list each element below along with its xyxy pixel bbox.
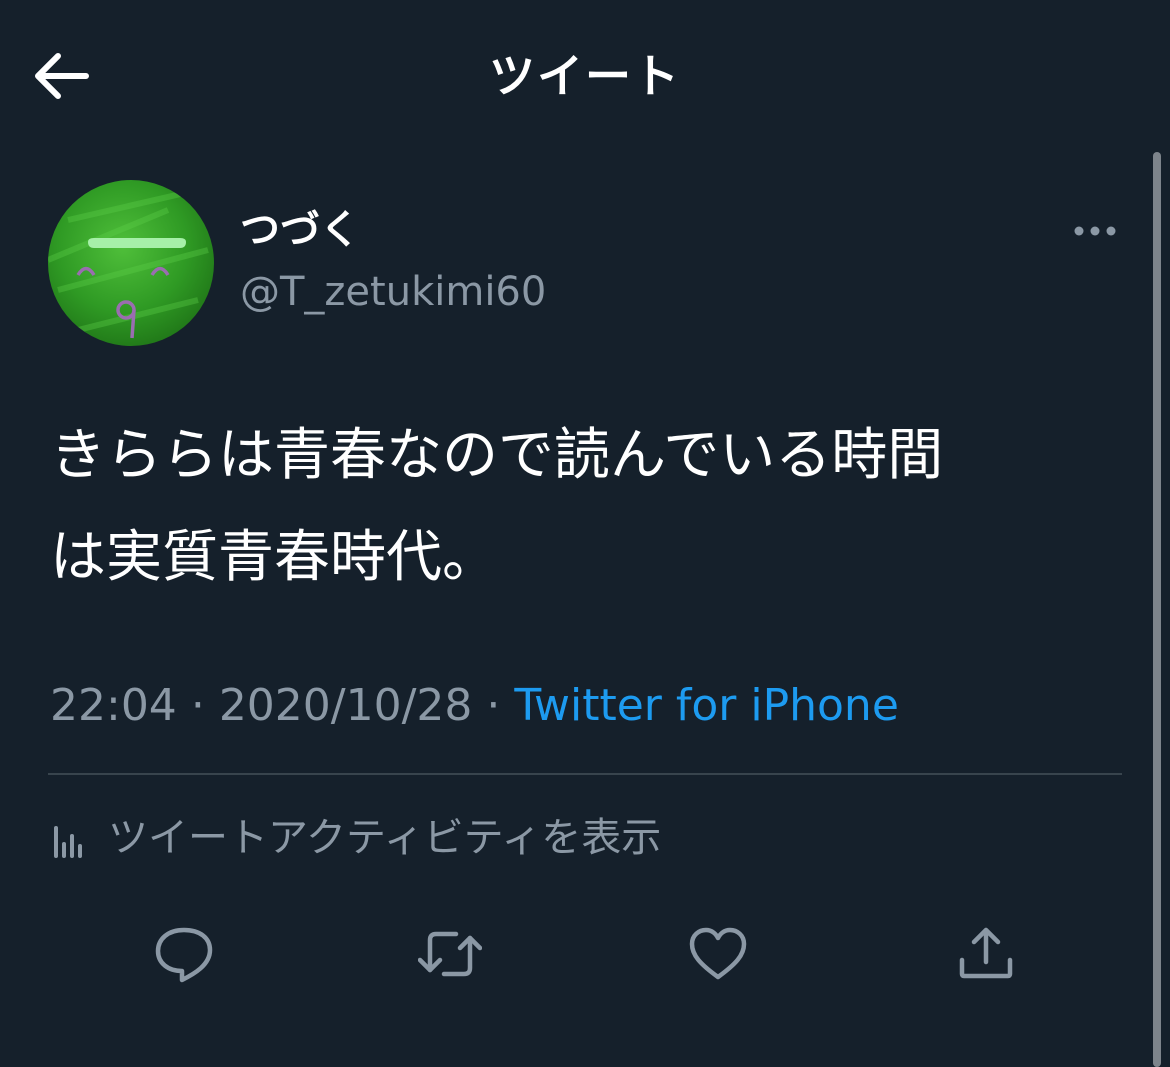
bar-chart-icon	[54, 826, 82, 858]
separator: ·	[486, 680, 501, 731]
like-button[interactable]	[686, 922, 750, 986]
reply-button[interactable]	[152, 922, 216, 986]
share-button[interactable]	[954, 922, 1018, 986]
tweet-text-line-1: きららは青春なので読んでいる時間	[50, 423, 944, 488]
tweet-text-line-2: は実質青春時代。	[50, 525, 498, 590]
tweet-metadata: 22:04 · 2020/10/28 · Twitter for iPhone	[50, 676, 899, 736]
tweet-date: 2020/10/28	[218, 680, 473, 731]
avatar[interactable]	[48, 180, 214, 346]
avatar-image	[48, 180, 214, 346]
reply-icon	[155, 927, 213, 983]
view-activity-button[interactable]: ツイートアクティビティを表示	[50, 808, 661, 868]
top-bar: ツイート	[0, 0, 1170, 150]
heart-icon	[689, 927, 747, 980]
separator: ·	[190, 680, 205, 731]
more-icon	[1074, 226, 1116, 236]
divider	[48, 773, 1122, 775]
retweet-icon	[417, 931, 483, 977]
scrollbar[interactable]	[1153, 152, 1161, 1067]
tweet-time: 22:04	[50, 680, 177, 731]
activity-label: ツイートアクティビティを表示	[108, 815, 662, 861]
page-title: ツイート	[489, 49, 681, 103]
user-handle[interactable]: @T_zetukimi60	[240, 264, 546, 320]
display-name[interactable]: つづく	[240, 202, 360, 258]
tweet-source-link[interactable]: Twitter for iPhone	[514, 680, 898, 731]
retweet-button[interactable]	[417, 922, 483, 986]
share-icon	[959, 927, 1013, 979]
tweet-text: きららは青春なので読んでいる時間 は実質青春時代。	[50, 405, 1120, 609]
more-options-button[interactable]	[1070, 218, 1120, 244]
